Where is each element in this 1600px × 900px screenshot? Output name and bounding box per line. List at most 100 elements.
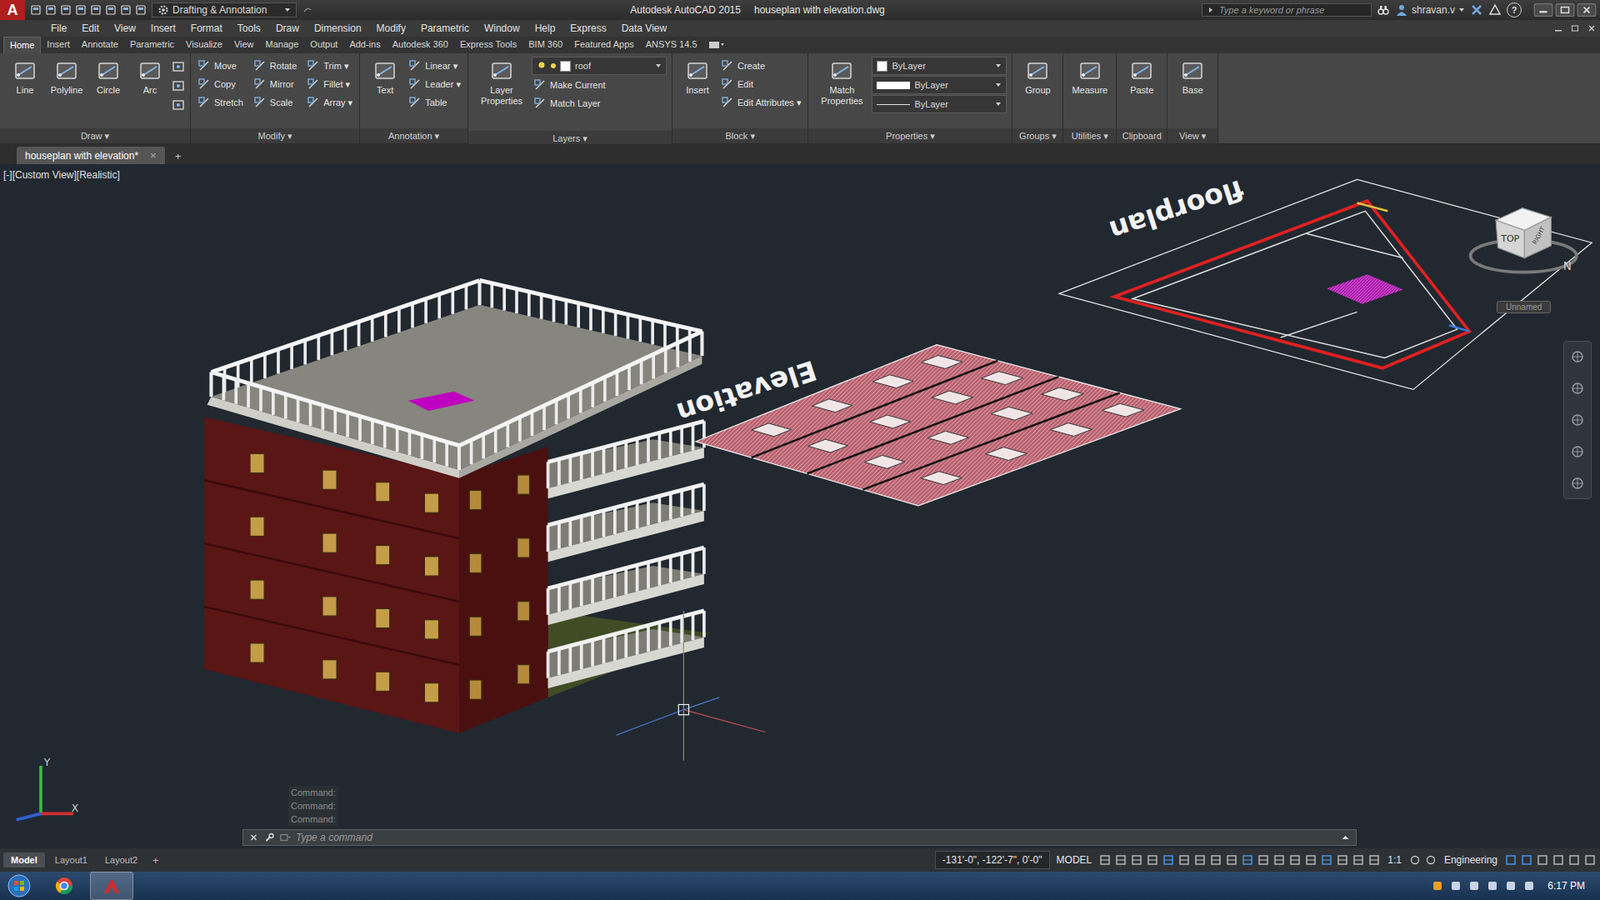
redo-icon[interactable] (301, 4, 314, 16)
tray-icon[interactable] (1504, 879, 1518, 893)
status-toggle-icon[interactable] (1520, 853, 1534, 867)
quick-access-icon[interactable] (90, 4, 102, 16)
view-cube[interactable]: TOPRIGHTN (1470, 208, 1576, 274)
ribbon-small-button[interactable]: Match Layer (531, 94, 667, 113)
menu-item[interactable]: Help (527, 22, 564, 35)
taskbar-app[interactable] (43, 872, 85, 900)
navigation-tool-icon[interactable] (1569, 380, 1586, 397)
ribbon-small-button[interactable]: Make Current (531, 75, 667, 95)
panel-title[interactable]: View ▾ (1167, 128, 1218, 144)
ribbon-large-button[interactable]: Layer Properties (473, 56, 530, 108)
ribbon-large-button[interactable]: Base (1172, 56, 1213, 98)
status-toggle-icon[interactable] (1351, 853, 1365, 867)
menu-item[interactable]: File (43, 22, 75, 35)
cursor-coordinates[interactable]: -131'-0", -122'-7", 0'-0" (935, 850, 1050, 870)
quick-access-icon[interactable] (30, 4, 42, 16)
ribbon-large-button[interactable]: Line (5, 56, 45, 98)
ribbon-large-button[interactable]: Group (1017, 56, 1058, 98)
tool-icon[interactable] (171, 60, 185, 74)
ribbon-small-button[interactable]: Scale (251, 93, 299, 112)
menu-item[interactable]: Draw (268, 22, 307, 35)
app-logo[interactable]: A (0, 0, 25, 20)
menu-item[interactable]: Express (562, 22, 614, 35)
command-line[interactable]: Type a command (242, 829, 1357, 846)
ribbon-small-button[interactable]: Copy (195, 75, 245, 94)
ribbon-large-button[interactable]: Paste (1121, 56, 1162, 98)
ribbon-tab[interactable]: BIM 360 (522, 36, 569, 54)
status-toggle-icon[interactable] (1161, 853, 1175, 867)
building-model[interactable] (204, 280, 710, 733)
ribbon-tab[interactable]: Featured Apps (568, 36, 640, 54)
taskbar-clock[interactable]: 6:17 PM (1540, 880, 1594, 892)
ribbon-small-button[interactable]: Edit (719, 75, 803, 94)
quick-access-icon[interactable] (135, 4, 147, 16)
quick-access-icon[interactable] (105, 4, 117, 16)
navigation-tool-icon[interactable] (1569, 411, 1586, 429)
menu-item[interactable]: Dimension (306, 22, 370, 35)
ribbon-small-button[interactable]: Leader ▾ (406, 75, 463, 94)
menu-item[interactable]: Parametric (413, 22, 477, 35)
model-viewport[interactable]: ElevationfloorplanTOPRIGHTNYX[-][Custom … (0, 164, 1600, 849)
ribbon-large-button[interactable]: Measure (1068, 56, 1111, 98)
ribbon-small-button[interactable]: Array ▾ (305, 93, 355, 112)
ribbon-tab[interactable]: Visualize (180, 36, 229, 54)
property-dropdown[interactable]: roof (531, 56, 667, 75)
status-toggle-icon[interactable] (1272, 853, 1286, 867)
ribbon-large-button[interactable]: Circle (88, 56, 129, 98)
ribbon-tab[interactable]: Parametric (124, 36, 180, 54)
drawing-canvas[interactable]: ElevationfloorplanTOPRIGHTNYX (0, 164, 1600, 849)
tool-icon[interactable] (171, 79, 185, 93)
command-prompt-icon[interactable] (280, 832, 291, 843)
status-toggle-icon[interactable] (1367, 853, 1381, 867)
ribbon-small-button[interactable]: Edit Attributes ▾ (719, 93, 803, 112)
units-dropdown[interactable]: Engineering (1440, 854, 1502, 866)
ribbon-small-button[interactable]: Trim ▾ (305, 56, 355, 75)
menu-item[interactable]: Edit (74, 22, 107, 35)
navigation-tool-icon[interactable] (1569, 443, 1586, 460)
ribbon-small-button[interactable]: Fillet ▾ (305, 75, 355, 94)
doc-minimize-icon[interactable] (1553, 23, 1564, 34)
customize-wrench-icon[interactable] (264, 832, 275, 843)
layout-tab[interactable]: Layout2 (97, 852, 145, 868)
tray-icon[interactable] (1485, 879, 1500, 893)
help-button[interactable]: ? (1506, 2, 1522, 18)
workspace-dropdown[interactable]: Drafting & Annotation (151, 2, 297, 18)
viewport-controls[interactable]: [-][Custom View][Realistic] (3, 169, 120, 181)
menu-item[interactable]: Window (476, 22, 528, 35)
panel-title[interactable]: Modify ▾ (190, 128, 360, 144)
expand-history-icon[interactable] (1340, 832, 1351, 843)
add-layout-button[interactable]: + (147, 854, 165, 867)
status-toggle-icon[interactable] (1256, 853, 1270, 867)
layout-tab[interactable]: Model (3, 852, 45, 868)
quick-access-icon[interactable] (120, 4, 132, 16)
ribbon-small-button[interactable]: Mirror (251, 75, 299, 94)
menu-item[interactable]: Tools (230, 22, 269, 35)
status-toggle-icon[interactable] (1177, 853, 1191, 867)
panel-title[interactable]: Draw ▾ (0, 128, 190, 144)
menu-item[interactable]: View (106, 22, 144, 35)
tray-icon[interactable] (1467, 879, 1481, 893)
status-toggle-icon[interactable] (1320, 853, 1334, 867)
status-toggle-icon[interactable] (1504, 853, 1518, 867)
close-command-icon[interactable] (248, 832, 260, 843)
status-toggle-icon[interactable] (1567, 853, 1581, 867)
panel-title[interactable]: Block ▾ (672, 128, 808, 144)
ucs-menu[interactable]: Unnamed (1496, 300, 1551, 314)
start-button-icon[interactable] (6, 873, 32, 899)
status-toggle-icon[interactable] (1098, 853, 1112, 867)
property-dropdown[interactable]: ByLayer (871, 56, 1007, 75)
status-toggle-icon[interactable] (1193, 853, 1207, 867)
close-tab-button[interactable]: × (150, 149, 157, 162)
status-toggle-icon[interactable] (1335, 853, 1350, 867)
user-menu[interactable]: shravan.v (1395, 3, 1465, 17)
menu-item[interactable]: Data View (614, 22, 675, 35)
panel-title[interactable]: Annotation ▾ (360, 128, 468, 144)
ribbon-small-button[interactable]: Table (406, 93, 463, 112)
taskbar-app[interactable] (90, 871, 134, 900)
status-toggle-icon[interactable] (1304, 853, 1318, 867)
navigation-tool-icon[interactable] (1569, 348, 1586, 365)
quick-access-icon[interactable] (45, 4, 57, 16)
property-dropdown[interactable]: ByLayer (871, 75, 1007, 95)
doc-restore-icon[interactable] (1570, 23, 1580, 34)
cube-front-face[interactable] (1495, 220, 1525, 258)
